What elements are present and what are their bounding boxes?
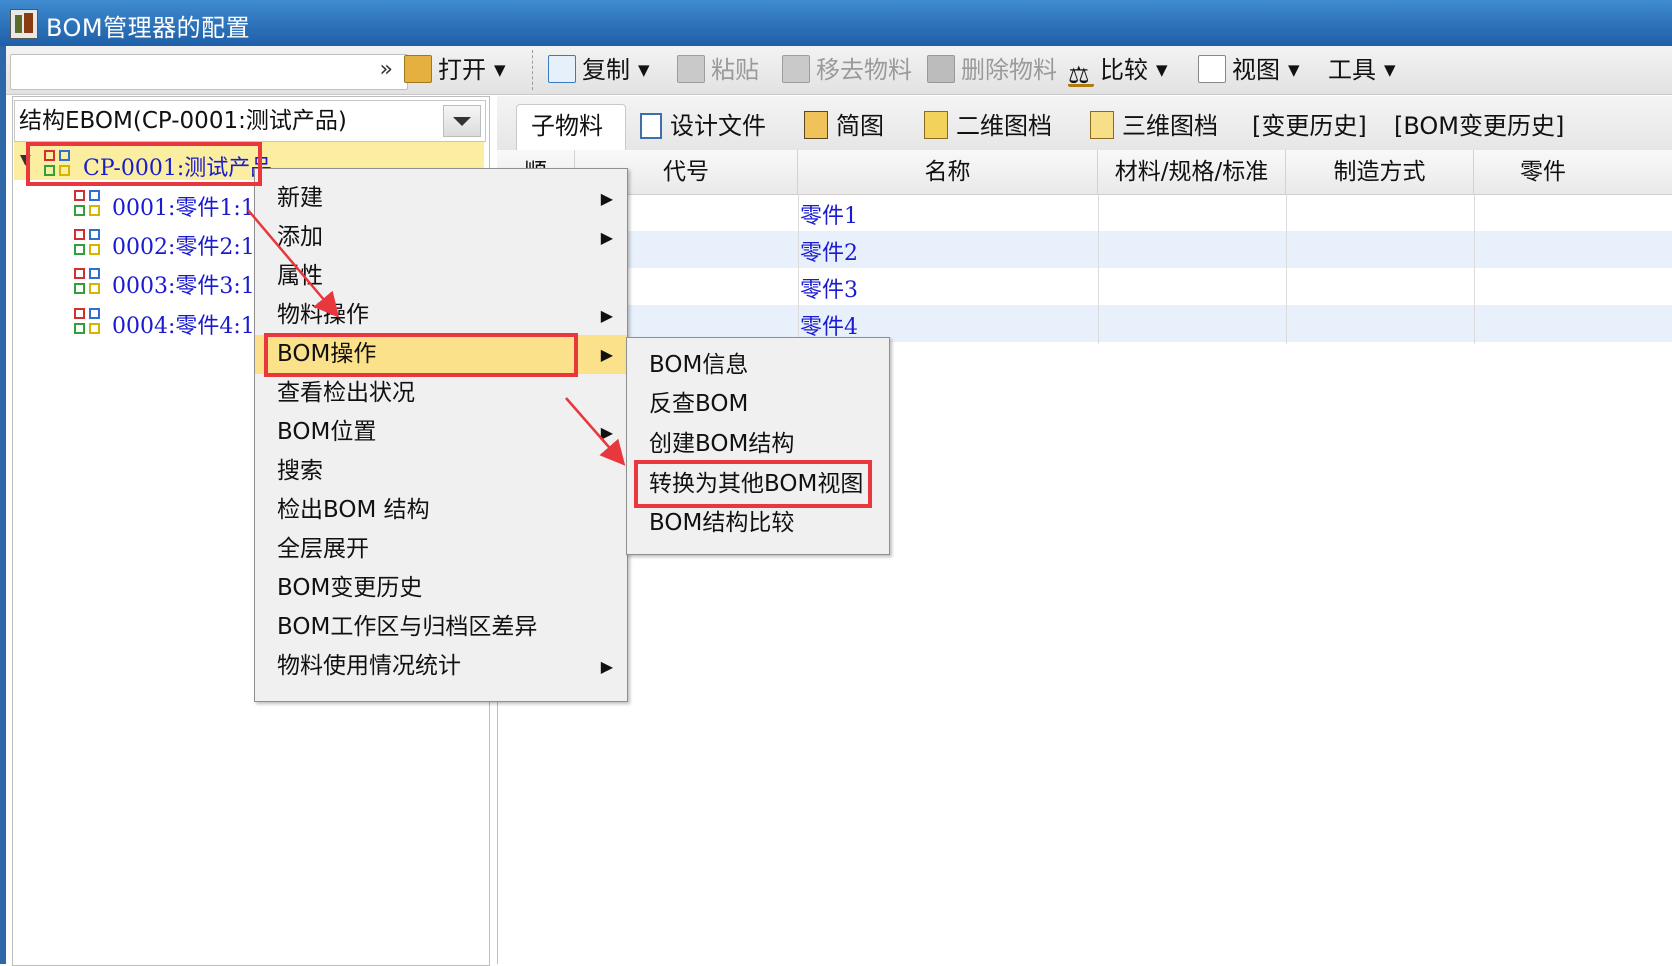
arrow-to-convert <box>565 397 626 466</box>
annotation-arrows <box>247 209 626 466</box>
arrow-to-bom-ops <box>247 209 340 318</box>
